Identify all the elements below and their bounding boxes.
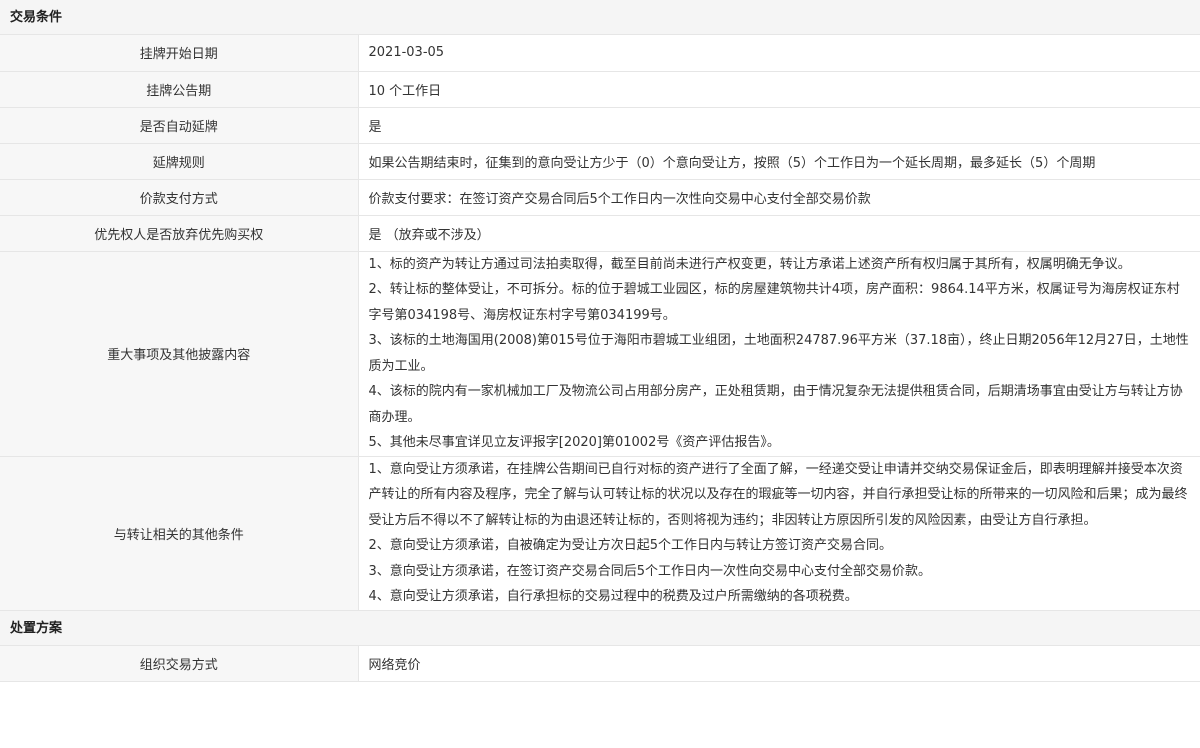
row-value: 是 （放弃或不涉及） — [358, 215, 1200, 252]
paragraph: 1、意向受让方须承诺，在挂牌公告期间已自行对标的资产进行了全面了解，一经递交受让… — [368, 461, 1188, 528]
row-label: 挂牌公告期 — [0, 71, 359, 108]
disposal-plan-table: 组织交易方式 网络竞价 — [0, 645, 1200, 682]
paragraph: 3、意向受让方须承诺，在签订资产交易合同后5个工作日内一次性向交易中心支付全部交… — [368, 563, 932, 579]
table-row: 价款支付方式 价款支付要求：在签订资产交易合同后5个工作日内一次性向交易中心支付… — [0, 179, 1200, 216]
row-value: 10 个工作日 — [358, 71, 1200, 108]
paragraph: 4、意向受让方须承诺，自行承担标的交易过程中的税费及过户所需缴纳的各项税费。 — [368, 589, 858, 604]
table-row: 组织交易方式 网络竞价 — [0, 645, 1200, 682]
row-label: 价款支付方式 — [0, 179, 359, 216]
trade-conditions-table: 挂牌开始日期 2021-03-05 挂牌公告期 10 个工作日 是否自动延牌 是… — [0, 35, 1200, 611]
section-header-disposal-plan: 处置方案 — [0, 610, 1200, 646]
paragraph: 1、标的资产为转让方通过司法拍卖取得，截至目前尚未进行产权变更，转让方承诺上述资… — [368, 256, 1131, 272]
table-row: 挂牌公告期 10 个工作日 — [0, 71, 1200, 108]
row-value: 1、意向受让方须承诺，在挂牌公告期间已自行对标的资产进行了全面了解，一经递交受让… — [358, 456, 1200, 611]
paragraph: 4、该标的院内有一家机械加工厂及物流公司占用部分房产，正处租赁期，由于情况复杂无… — [368, 384, 1183, 425]
paragraph: 2、转让标的整体受让，不可拆分。标的位于碧城工业园区，标的房屋建筑物共计4项，房… — [368, 282, 1180, 323]
row-label: 组织交易方式 — [0, 645, 359, 682]
table-row: 挂牌开始日期 2021-03-05 — [0, 35, 1200, 72]
row-label: 挂牌开始日期 — [0, 35, 359, 72]
row-label: 优先权人是否放弃优先购买权 — [0, 215, 359, 252]
table-row: 优先权人是否放弃优先购买权 是 （放弃或不涉及） — [0, 215, 1200, 252]
row-value: 2021-03-05 — [358, 35, 1200, 72]
table-row-major-matters: 重大事项及其他披露内容 1、标的资产为转让方通过司法拍卖取得，截至目前尚未进行产… — [0, 251, 1200, 457]
row-value: 价款支付要求：在签订资产交易合同后5个工作日内一次性向交易中心支付全部交易价款 — [358, 179, 1200, 216]
row-label: 延牌规则 — [0, 143, 359, 180]
row-value: 是 — [358, 107, 1200, 144]
row-label: 重大事项及其他披露内容 — [0, 251, 359, 457]
paragraph: 3、该标的土地海国用(2008)第015号位于海阳市碧城工业组团，土地面积247… — [368, 333, 1189, 374]
paragraph: 2、意向受让方须承诺，自被确定为受让方次日起5个工作日内与转让方签订资产交易合同… — [368, 538, 893, 553]
paragraph: 5、其他未尽事宜详见立友评报字[2020]第01002号《资产评估报告》。 — [368, 435, 780, 450]
row-value: 网络竞价 — [358, 645, 1200, 682]
table-row-other-conditions: 与转让相关的其他条件 1、意向受让方须承诺，在挂牌公告期间已自行对标的资产进行了… — [0, 456, 1200, 611]
table-row: 延牌规则 如果公告期结束时，征集到的意向受让方少于（0）个意向受让方，按照（5）… — [0, 143, 1200, 180]
row-label: 是否自动延牌 — [0, 107, 359, 144]
row-value: 1、标的资产为转让方通过司法拍卖取得，截至目前尚未进行产权变更，转让方承诺上述资… — [358, 251, 1200, 457]
section-header-trade-conditions: 交易条件 — [0, 0, 1200, 35]
row-value: 如果公告期结束时，征集到的意向受让方少于（0）个意向受让方，按照（5）个工作日为… — [358, 143, 1200, 180]
table-row: 是否自动延牌 是 — [0, 107, 1200, 144]
row-label: 与转让相关的其他条件 — [0, 456, 359, 611]
